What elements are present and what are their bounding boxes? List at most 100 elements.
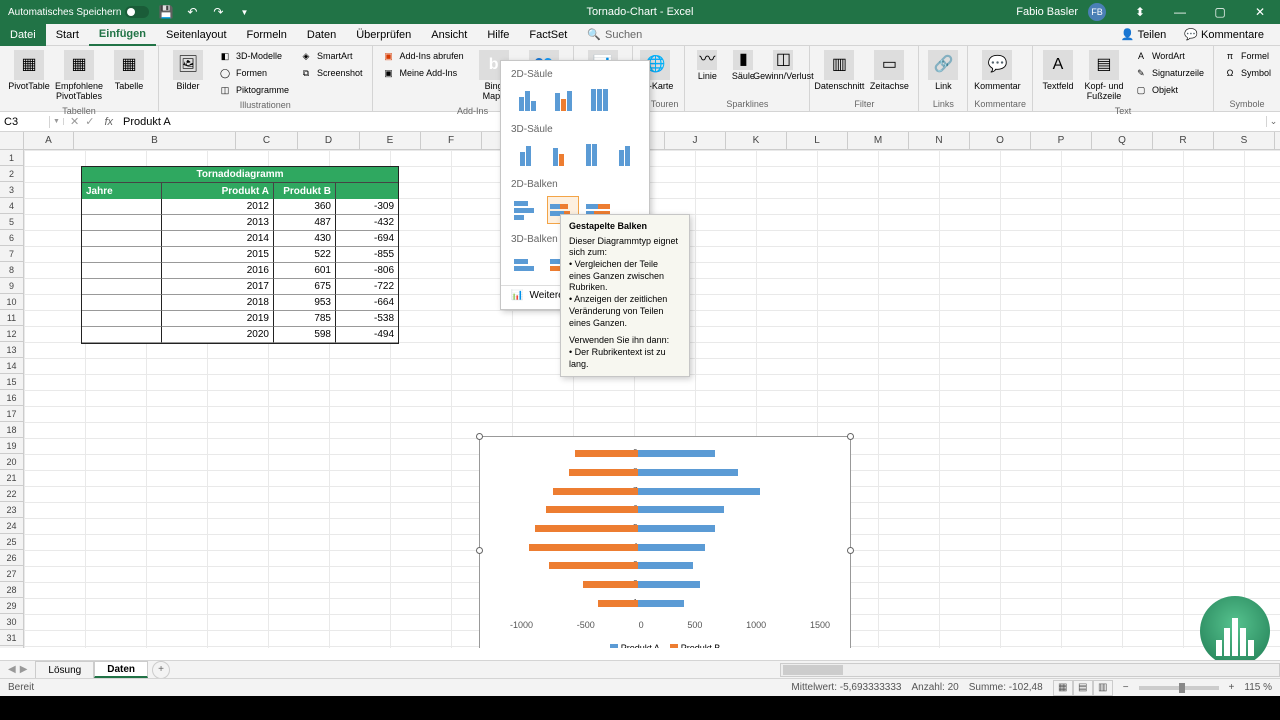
headerfooter-button[interactable]: ▤Kopf- und Fußzeile bbox=[1081, 48, 1127, 104]
row-header[interactable]: 23 bbox=[0, 502, 23, 518]
cell-b[interactable]: -309 bbox=[336, 199, 398, 215]
smartart-button[interactable]: ◈SmartArt bbox=[296, 48, 366, 64]
col-header[interactable]: A bbox=[24, 132, 74, 149]
col-header[interactable]: L bbox=[787, 132, 848, 149]
col-header[interactable]: F bbox=[421, 132, 482, 149]
row-header[interactable]: 31 bbox=[0, 630, 23, 646]
cell-jahr[interactable]: 2016 bbox=[162, 263, 274, 279]
col-header[interactable]: P bbox=[1031, 132, 1092, 149]
minimize-icon[interactable]: — bbox=[1160, 0, 1200, 24]
resize-handle[interactable] bbox=[847, 433, 854, 440]
bar-series-a[interactable] bbox=[638, 450, 715, 457]
chart-legend[interactable]: Produkt A Produkt B bbox=[480, 643, 850, 648]
symbol-button[interactable]: ΩSymbol bbox=[1220, 65, 1274, 81]
3d-100-stacked-column-option[interactable] bbox=[577, 141, 606, 169]
cancel-icon[interactable]: ✕ bbox=[70, 115, 79, 128]
100-stacked-column-option[interactable] bbox=[583, 86, 615, 114]
cell-a[interactable]: 522 bbox=[274, 247, 336, 263]
my-addins-button[interactable]: ▣Meine Add-Ins bbox=[379, 65, 467, 81]
cell-b[interactable]: -432 bbox=[336, 215, 398, 231]
row-header[interactable]: 18 bbox=[0, 422, 23, 438]
timeline-button[interactable]: ▭Zeitachse bbox=[866, 48, 912, 94]
bar-series-a[interactable] bbox=[638, 469, 738, 476]
fx-icon[interactable]: fx bbox=[100, 116, 117, 128]
row-header[interactable]: 16 bbox=[0, 390, 23, 406]
tab-data[interactable]: Daten bbox=[297, 24, 346, 46]
zoom-out-icon[interactable]: − bbox=[1123, 682, 1129, 693]
bar-series-b[interactable] bbox=[583, 581, 638, 588]
tab-start[interactable]: Start bbox=[46, 24, 89, 46]
save-icon[interactable]: 💾 bbox=[157, 3, 175, 21]
row-header[interactable]: 7 bbox=[0, 246, 23, 262]
cell-b[interactable]: -855 bbox=[336, 247, 398, 263]
cell-jahr[interactable]: 2019 bbox=[162, 311, 274, 327]
formula-input[interactable]: Produkt A bbox=[117, 116, 1266, 128]
pictograms-button[interactable]: ◫Piktogramme bbox=[215, 82, 292, 98]
row-header[interactable]: 21 bbox=[0, 470, 23, 486]
bar-series-b[interactable] bbox=[575, 450, 638, 457]
cell-a[interactable]: 675 bbox=[274, 279, 336, 295]
3d-stacked-column-option[interactable] bbox=[544, 141, 573, 169]
cell-a[interactable]: 598 bbox=[274, 327, 336, 343]
bar-series-b[interactable] bbox=[598, 600, 638, 607]
chart-object[interactable]: 9 8 7 6 5 4 3 2 1 -1000 -500 0 bbox=[479, 436, 851, 648]
row-header[interactable]: 10 bbox=[0, 294, 23, 310]
row-header[interactable]: 2 bbox=[0, 166, 23, 182]
3d-clustered-bar-option[interactable] bbox=[511, 251, 543, 279]
ribbon-collapse-icon[interactable]: ⬍ bbox=[1120, 0, 1160, 24]
recommended-pivot-button[interactable]: ▦Empfohlene PivotTables bbox=[56, 48, 102, 104]
row-header[interactable]: 14 bbox=[0, 358, 23, 374]
resize-handle[interactable] bbox=[476, 547, 483, 554]
row-header[interactable]: 12 bbox=[0, 326, 23, 342]
cell-b[interactable]: -806 bbox=[336, 263, 398, 279]
name-box-dropdown-icon[interactable]: ▼ bbox=[50, 118, 64, 125]
page-layout-view-icon[interactable]: ▤ bbox=[1073, 680, 1093, 696]
col-header[interactable]: E bbox=[360, 132, 421, 149]
col-header[interactable]: K bbox=[726, 132, 787, 149]
clustered-bar-option[interactable] bbox=[511, 196, 543, 224]
page-break-view-icon[interactable]: ▥ bbox=[1093, 680, 1113, 696]
cell-a[interactable]: 601 bbox=[274, 263, 336, 279]
cell-jahr[interactable]: 2012 bbox=[162, 199, 274, 215]
row-header[interactable]: 8 bbox=[0, 262, 23, 278]
bar-series-a[interactable] bbox=[638, 562, 693, 569]
cell-b[interactable]: -694 bbox=[336, 231, 398, 247]
tab-pagelayout[interactable]: Seitenlayout bbox=[156, 24, 237, 46]
tab-review[interactable]: Überprüfen bbox=[346, 24, 421, 46]
redo-icon[interactable]: ↷ bbox=[209, 3, 227, 21]
get-addins-button[interactable]: ▣Add-Ins abrufen bbox=[379, 48, 467, 64]
cell-jahr[interactable]: 2015 bbox=[162, 247, 274, 263]
3d-clustered-column-option[interactable] bbox=[511, 141, 540, 169]
cell-b[interactable]: -538 bbox=[336, 311, 398, 327]
cell-a[interactable]: 430 bbox=[274, 231, 336, 247]
row-header[interactable]: 25 bbox=[0, 534, 23, 550]
cell-b[interactable]: -664 bbox=[336, 295, 398, 311]
object-button[interactable]: ▢Objekt bbox=[1131, 82, 1207, 98]
sheet-prev-icon[interactable]: ◀ bbox=[8, 664, 16, 675]
3dmodels-button[interactable]: ◧3D-Modelle bbox=[215, 48, 292, 64]
bar-series-b[interactable] bbox=[549, 562, 638, 569]
normal-view-icon[interactable]: ▦ bbox=[1053, 680, 1073, 696]
cell-a[interactable]: 487 bbox=[274, 215, 336, 231]
close-icon[interactable]: ✕ bbox=[1240, 0, 1280, 24]
bar-series-a[interactable] bbox=[638, 581, 700, 588]
sheet-tab-daten[interactable]: Daten bbox=[94, 661, 148, 678]
cell-jahr[interactable]: 2013 bbox=[162, 215, 274, 231]
textbox-button[interactable]: ATextfeld bbox=[1039, 48, 1077, 94]
zoom-in-icon[interactable]: + bbox=[1229, 682, 1235, 693]
cell-a[interactable]: 785 bbox=[274, 311, 336, 327]
table-button[interactable]: ▦Tabelle bbox=[106, 48, 152, 94]
bar-series-a[interactable] bbox=[638, 600, 684, 607]
row-header[interactable]: 5 bbox=[0, 214, 23, 230]
col-header[interactable]: D bbox=[298, 132, 360, 149]
bar-series-a[interactable] bbox=[638, 525, 715, 532]
col-header[interactable]: Q bbox=[1092, 132, 1153, 149]
row-header[interactable]: 1 bbox=[0, 150, 23, 166]
link-button[interactable]: 🔗Link bbox=[925, 48, 961, 94]
expand-formula-icon[interactable]: ⌄ bbox=[1266, 116, 1280, 127]
cell-a[interactable]: 360 bbox=[274, 199, 336, 215]
tab-formulas[interactable]: Formeln bbox=[237, 24, 297, 46]
pivottable-button[interactable]: ▦PivotTable bbox=[6, 48, 52, 94]
pictures-button[interactable]: 🖼Bilder bbox=[165, 48, 211, 94]
user-avatar[interactable]: FB bbox=[1088, 3, 1106, 21]
